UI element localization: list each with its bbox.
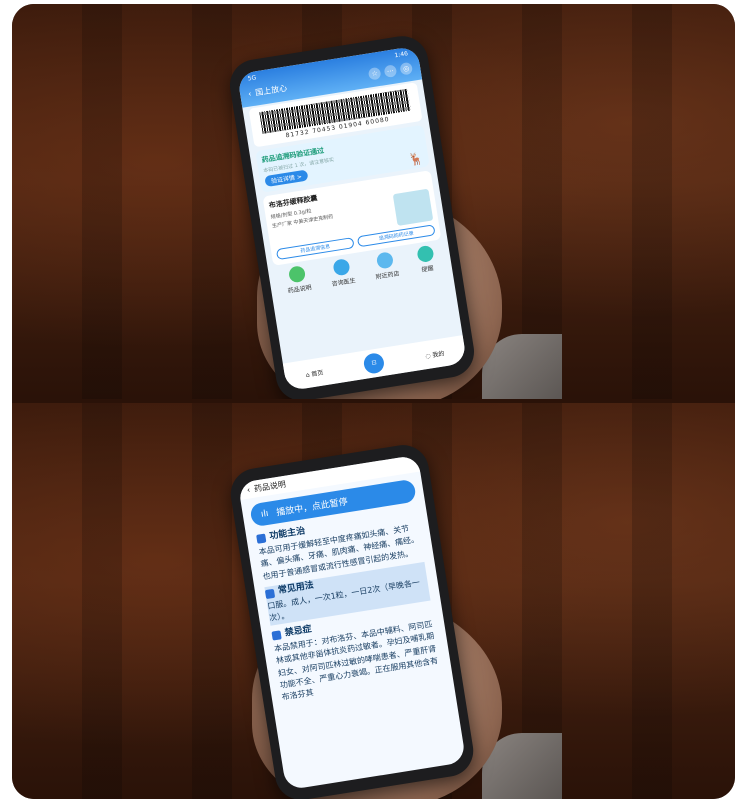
phone-screen: ‹ 药品说明 ılı 播放中，点此暂停 功能主治 本品可用于缓解轻至中度疼痛如头… — [237, 454, 467, 791]
status-signal: 5G — [247, 73, 257, 83]
target-icon[interactable]: ◎ — [399, 61, 414, 76]
nav-home-label: 首页 — [310, 368, 324, 378]
top-photo: 5G 1:46 ‹ 国上放心 ☆ ⋯ ◎ 81732 70453 01904 6… — [12, 4, 735, 399]
instructions-title: 药品说明 — [253, 479, 287, 494]
maker-label: 生产厂家 — [271, 220, 293, 230]
audio-wave-icon: ılı — [260, 508, 270, 520]
bottom-photo: ‹ 药品说明 ılı 播放中，点此暂停 功能主治 本品可用于缓解轻至中度疼痛如头… — [12, 403, 735, 799]
section-icon — [256, 533, 267, 545]
section-icon — [271, 630, 282, 641]
deer-mascot-icon: 🦌 — [407, 151, 425, 168]
nav-me[interactable]: ◌ 我的 — [425, 348, 445, 360]
back-icon[interactable]: ‹ — [247, 89, 252, 98]
instructions-icon — [288, 265, 307, 284]
nav-scan[interactable]: ⊡ — [362, 351, 386, 375]
back-icon[interactable]: ‹ — [246, 485, 251, 494]
feature-item-instructions[interactable]: 药品说明 — [284, 264, 313, 295]
feature-item-doctor[interactable]: 咨询医生 — [328, 258, 356, 288]
feature-label: 附近药店 — [375, 270, 401, 281]
feature-label: 药品说明 — [287, 284, 313, 295]
nav-me-label: 我的 — [431, 349, 445, 359]
play-pause-label: 播放中，点此暂停 — [275, 497, 349, 519]
section-icon — [264, 588, 276, 599]
app-title: 国上放心 — [254, 83, 288, 98]
feature-label: 提醒 — [421, 264, 435, 274]
image-frame: 5G 1:46 ‹ 国上放心 ☆ ⋯ ◎ 81732 70453 01904 6… — [12, 4, 735, 799]
drug-box-image — [392, 188, 434, 226]
nav-home[interactable]: ⌂ 首页 — [305, 367, 324, 379]
status-time: 1:46 — [393, 49, 409, 59]
feature-label: 咨询医生 — [331, 277, 357, 288]
star-icon[interactable]: ☆ — [367, 66, 382, 81]
pharmacy-icon — [376, 251, 395, 270]
more-icon[interactable]: ⋯ — [383, 64, 398, 79]
doctor-icon — [332, 258, 351, 277]
feature-item-pharmacy[interactable]: 附近药店 — [372, 251, 400, 281]
reminder-icon — [416, 244, 435, 264]
phone-screen: 5G 1:46 ‹ 国上放心 ☆ ⋯ ◎ 81732 70453 01904 6… — [237, 45, 467, 392]
feature-item-reminder[interactable]: 提醒 — [416, 244, 436, 274]
